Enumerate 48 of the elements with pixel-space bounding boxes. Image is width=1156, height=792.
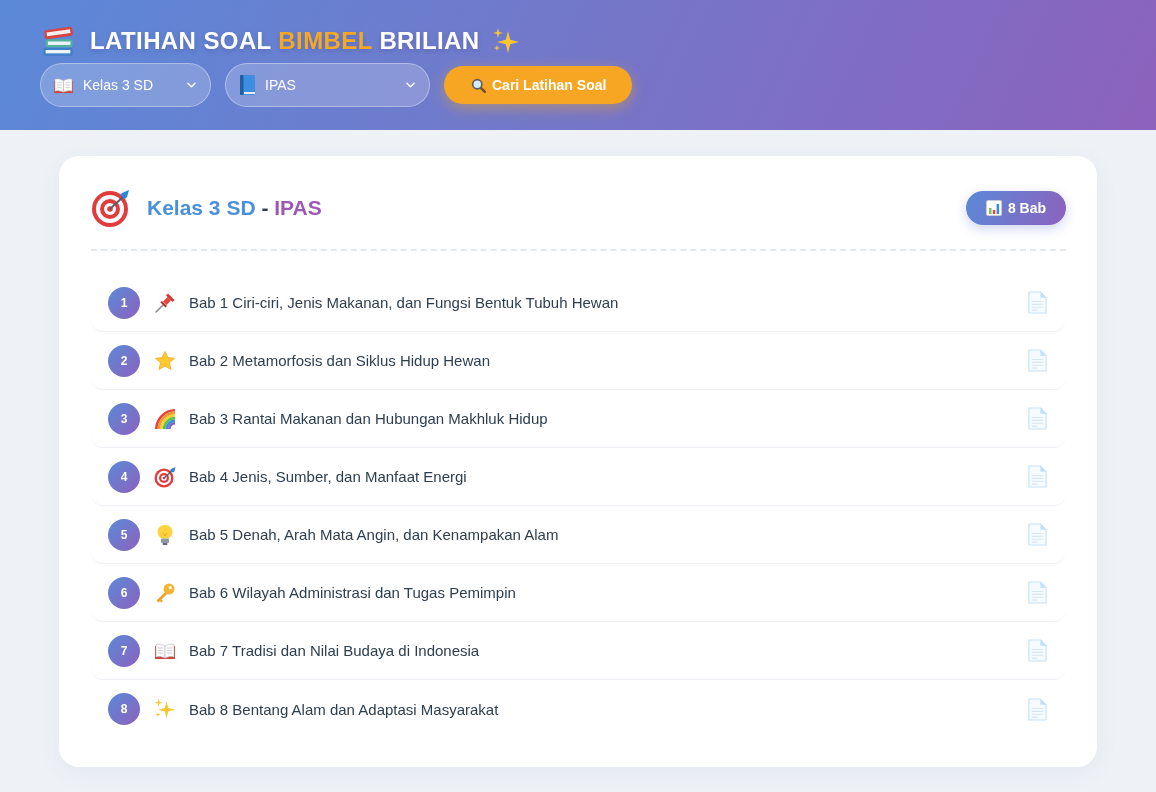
- chapter-number: 7: [108, 634, 140, 667]
- chapter-number: 4: [108, 460, 140, 493]
- chapter-number: 8: [108, 693, 140, 725]
- chapter-item[interactable]: 4 Bab 4 Jenis, Sumber, dan Manfaat Energi: [91, 448, 1066, 506]
- chapter-title: Bab 1 Ciri-ciri, Jenis Makanan, dan Fungsi Bentuk Tubuh Hewan: [189, 294, 619, 311]
- document-icon: [1027, 407, 1048, 430]
- document-icon: [1027, 639, 1048, 662]
- chapter-number: 1: [108, 286, 140, 319]
- open-book-icon: [53, 76, 74, 94]
- chapter-number: 3: [108, 402, 140, 435]
- chapter-item[interactable]: 3 Bab 3 Rantai Makanan dan Hubungan Makhluk Hidup: [91, 390, 1066, 448]
- chapter-count: 8 Bab: [1007, 200, 1046, 216]
- chapter-item[interactable]: 6 Bab 6 Wilayah Administrasi dan Tugas Pemimpin: [91, 564, 1066, 622]
- chapter-title: Bab 8 Bentang Alam dan Adaptasi Masyarakat: [189, 700, 499, 718]
- chapter-title: Bab 4 Jenis, Sumber, dan Manfaat Energi: [189, 468, 467, 485]
- chapter-title: Bab 5 Denah, Arah Mata Angin, dan Kenampakan Alam: [189, 526, 559, 543]
- document-icon: [1027, 465, 1048, 488]
- chapter-number: 5: [108, 518, 140, 551]
- document-icon: [1027, 523, 1048, 546]
- document-icon: [1027, 349, 1048, 372]
- pushpin-icon: [154, 291, 176, 314]
- chapter-item[interactable]: 8 Bab 8 Bentang Alam dan Adaptasi Masyarakat: [91, 680, 1066, 738]
- search-icon: [471, 77, 486, 93]
- sparkles-icon: [154, 698, 176, 720]
- chevron-down-icon: [187, 82, 196, 88]
- card-title: Kelas 3 SD - IPAS: [147, 196, 322, 220]
- bar-chart-icon: [985, 200, 1002, 216]
- chapter-title: Bab 6 Wilayah Administrasi dan Tugas Pemimpin: [189, 584, 516, 601]
- chapter-item[interactable]: 1 Bab 1 Ciri-ciri, Jenis Makanan, dan Fungsi Bentuk Tubuh Hewan: [91, 274, 1066, 332]
- chapter-title: Bab 3 Rantai Makanan dan Hubungan Makhluk Hidup: [189, 410, 548, 427]
- star-icon: [154, 349, 176, 372]
- rainbow-icon: [154, 407, 176, 430]
- document-icon: [1027, 291, 1048, 314]
- chapter-title: Bab 2 Metamorfosis dan Siklus Hidup Hewan: [189, 352, 490, 369]
- chapter-item[interactable]: 7 Bab 7 Tradisi dan Nilai Budaya di Indonesia: [91, 622, 1066, 680]
- target-icon: [91, 188, 131, 228]
- chapter-title: Bab 7 Tradisi dan Nilai Budaya di Indonesia: [189, 642, 480, 659]
- document-icon: [1027, 581, 1048, 604]
- target-icon: [154, 465, 176, 488]
- book-icon: [238, 74, 256, 96]
- document-icon: [1027, 697, 1048, 721]
- chapter-number: 6: [108, 576, 140, 609]
- chapter-item[interactable]: 5 Bab 5 Denah, Arah Mata Angin, dan Kenampakan Alam: [91, 506, 1066, 564]
- app-title: LATIHAN SOAL BIMBEL BRILIAN: [90, 27, 480, 55]
- chevron-down-icon: [406, 82, 415, 88]
- chapter-number: 2: [108, 344, 140, 377]
- key-icon: [154, 581, 176, 604]
- chapter-item[interactable]: 2 Bab 2 Metamorfosis dan Siklus Hidup Hewan: [91, 332, 1066, 390]
